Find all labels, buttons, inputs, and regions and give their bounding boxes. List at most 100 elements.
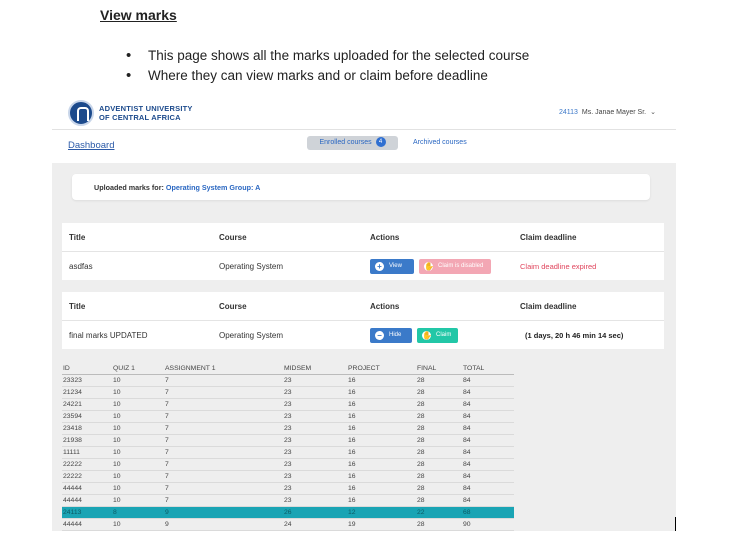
table-cell: 9 [164,518,283,531]
view-button[interactable]: + View [370,259,414,274]
tab-enrolled-label: Enrolled courses [319,139,372,146]
card-row: final marks UPDATED Operating System − H… [62,321,664,349]
table-cell: 23 [283,374,347,387]
table-cell: 28 [416,422,462,435]
table-cell: 7 [164,494,283,507]
card-row: asdfas Operating System + View ✋ Claim i… [62,252,664,280]
hide-button[interactable]: − Hide [370,328,412,343]
hide-button-label: Hide [389,332,402,338]
table-cell: 90 [462,518,514,531]
table-row[interactable]: 24221 10 7 23 16 28 84 [62,398,514,411]
table-cell: 23 [283,398,347,411]
table-cell: 23 [283,386,347,399]
table-cell: 7 [164,446,283,459]
table-cell: 84 [462,410,514,423]
table-cell: 7 [164,386,283,399]
col-project-header: PROJECT [347,363,416,375]
table-row[interactable]: 23594 10 7 23 16 28 84 [62,410,514,423]
table-row[interactable]: 23418 10 7 23 16 28 84 [62,422,514,435]
hand-icon: ✋ [422,331,432,340]
table-cell: 19 [347,518,416,531]
doc-bullet: This page shows all the marks uploaded f… [126,46,529,66]
table-cell: 7 [164,422,283,435]
table-cell: 16 [347,398,416,411]
marks-title: final marks UPDATED [69,331,148,340]
table-cell: 9 [164,506,283,519]
table-cell: 84 [462,434,514,447]
table-cell: 10 [112,458,164,471]
chevron-down-icon[interactable]: ⌄ [650,109,656,116]
table-cell: 84 [462,458,514,471]
user-name: Ms. Janae Mayer Sr. [581,109,647,116]
table-cell: 16 [347,410,416,423]
col-actions-header: Actions [370,302,400,311]
table-cell: 28 [416,374,462,387]
col-midsem-header: MIDSEM [283,363,347,375]
claim-button[interactable]: ✋ Claim [417,328,458,343]
table-cell: 10 [112,422,164,435]
table-cell: 8 [112,506,164,519]
tab-archived-courses[interactable]: Archived courses [413,136,467,150]
table-row[interactable]: 21234 10 7 23 16 28 84 [62,386,514,399]
table-cell: 26 [283,506,347,519]
table-cell: 16 [347,422,416,435]
table-cell: 28 [416,446,462,459]
doc-bullet-list: This page shows all the marks uploaded f… [126,46,529,86]
table-row[interactable]: 23323 10 7 23 16 28 84 [62,374,514,387]
table-cell: 11111 [62,446,112,459]
table-row[interactable]: 44444 10 7 23 16 28 84 [62,494,514,507]
table-cell: 10 [112,374,164,387]
col-assignment1-header: ASSIGNMENT 1 [164,363,283,375]
table-row[interactable]: 22222 10 7 23 16 28 84 [62,458,514,471]
table-cell: 16 [347,494,416,507]
col-course-header: Course [219,302,247,311]
card-header: Title Course Actions Claim deadline [62,223,664,252]
table-cell: 23323 [62,374,112,387]
table-cell: 7 [164,482,283,495]
table-cell: 28 [416,434,462,447]
col-total-header: TOTAL [462,363,514,375]
table-row[interactable]: 44444 10 9 24 19 28 90 [62,518,514,531]
table-cell: 16 [347,446,416,459]
table-cell: 10 [112,446,164,459]
marks-card: Title Course Actions Claim deadline fina… [62,292,664,349]
table-row-highlighted[interactable]: 24113 8 9 26 12 22 68 [62,506,514,519]
table-cell: 10 [112,410,164,423]
user-menu[interactable]: 24113 Ms. Janae Mayer Sr. ⌄ [559,108,656,116]
table-cell: 10 [112,482,164,495]
doc-bullet: Where they can view marks and or claim b… [126,66,529,86]
minus-circle-icon: − [375,331,384,340]
dashboard-link[interactable]: Dashboard [68,140,114,151]
uploaded-marks-banner: Uploaded marks for: Operating System Gro… [72,174,650,200]
col-title-header: Title [69,302,86,311]
table-cell: 7 [164,374,283,387]
table-cell: 10 [112,518,164,531]
table-cell: 10 [112,386,164,399]
table-cell: 16 [347,374,416,387]
tab-enrolled-courses[interactable]: Enrolled courses 4 [307,136,398,150]
university-name-line1: ADVENTIST UNIVERSITY [99,104,193,113]
table-cell: 22222 [62,458,112,471]
table-cell: 10 [112,494,164,507]
user-id: 24113 [558,109,578,116]
col-deadline-header: Claim deadline [520,233,577,242]
table-row[interactable]: 22222 10 7 23 16 28 84 [62,470,514,483]
card-header: Title Course Actions Claim deadline [62,292,664,321]
table-cell: 23 [283,410,347,423]
table-row[interactable]: 11111 10 7 23 16 28 84 [62,446,514,459]
university-logo-icon[interactable] [68,100,94,126]
table-cell: 28 [416,470,462,483]
top-bar: ADVENTIST UNIVERSITY OF CENTRAL AFRICA 2… [52,97,676,130]
table-row[interactable]: 44444 10 7 23 16 28 84 [62,482,514,495]
table-cell: 28 [416,494,462,507]
table-cell: 84 [462,470,514,483]
table-cell: 28 [416,458,462,471]
table-cell: 68 [462,506,514,519]
table-cell: 21938 [62,434,112,447]
hand-icon: ✋ [424,262,434,271]
enrolled-count-badge: 4 [375,137,386,148]
table-row[interactable]: 21938 10 7 23 16 28 84 [62,434,514,447]
table-cell: 84 [462,398,514,411]
university-name: ADVENTIST UNIVERSITY OF CENTRAL AFRICA [99,104,193,122]
table-cell: 23 [283,422,347,435]
